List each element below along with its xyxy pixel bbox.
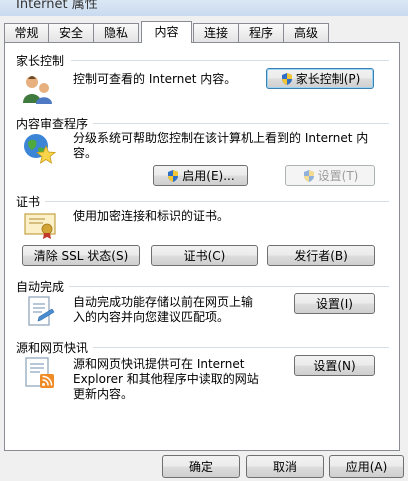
feeds-description-line3: 更新内容。 <box>73 387 134 401</box>
enable-advisor-button[interactable]: 启用(E)... <box>153 165 248 186</box>
autocomplete-heading: 自动完成 <box>16 280 65 294</box>
uac-shield-icon <box>168 169 179 182</box>
feeds-description-line1: 源和网页快讯提供可在 Internet <box>73 357 245 371</box>
divider <box>93 347 389 348</box>
tab-connections[interactable]: 连接 <box>193 23 239 42</box>
tab-programs[interactable]: 程序 <box>238 23 284 42</box>
autocomplete-settings-button[interactable]: 设置(I) <box>294 293 375 314</box>
autocomplete-description-line1: 自动完成功能存储以前在网页上输 <box>73 295 254 309</box>
publishers-button[interactable]: 发行者(B) <box>267 245 375 266</box>
divider <box>71 60 389 61</box>
content-panel: 家长控制 控制可查看的 Internet 内容。 家长控制(P) 内容审查程序 … <box>4 42 400 451</box>
tab-content[interactable]: 内容 <box>141 21 192 43</box>
autocomplete-icon <box>28 296 55 326</box>
apply-button[interactable]: 应用(A) <box>329 455 404 478</box>
parental-controls-button[interactable]: 家长控制(P) <box>266 68 374 89</box>
uac-shield-icon <box>303 169 314 182</box>
parental-controls-button-label: 家长控制(P) <box>295 72 361 86</box>
certificates-heading: 证书 <box>16 195 41 209</box>
feeds-heading: 源和网页快讯 <box>16 341 89 355</box>
title-bar: Internet 属性 <box>0 0 408 16</box>
tab-privacy[interactable]: 隐私 <box>93 23 139 42</box>
certificates-button[interactable]: 证书(C) <box>151 245 258 266</box>
divider <box>93 123 389 124</box>
parental-controls-description: 控制可查看的 Internet 内容。 <box>73 72 237 86</box>
advisor-settings-button-label: 设置(T) <box>317 169 359 183</box>
feeds-settings-button[interactable]: 设置(N) <box>294 355 375 376</box>
certificates-description: 使用加密连接和标识的证书。 <box>73 209 230 223</box>
certificate-icon <box>24 213 56 239</box>
cancel-button[interactable]: 取消 <box>246 455 324 478</box>
content-advisor-description-line2: 容。 <box>73 146 98 160</box>
content-advisor-icon <box>24 134 56 164</box>
tab-advanced[interactable]: 高级 <box>283 23 329 42</box>
advisor-settings-button[interactable]: 设置(T) <box>285 165 375 186</box>
uac-shield-icon <box>281 72 292 85</box>
tab-security[interactable]: 安全 <box>48 23 94 42</box>
window-title: Internet 属性 <box>16 0 98 12</box>
parental-controls-heading: 家长控制 <box>16 54 65 68</box>
parental-controls-icon <box>23 76 52 104</box>
divider <box>45 201 389 202</box>
ok-button[interactable]: 确定 <box>162 455 240 478</box>
divider <box>69 286 389 287</box>
autocomplete-description-line2: 入的内容并向您建议匹配项。 <box>73 310 230 324</box>
feeds-description-line2: Explorer 和其他程序中读取的网站 <box>73 372 259 386</box>
content-advisor-description-line1: 分级系统可帮助您控制在该计算机上看到的 Internet 内 <box>73 131 369 145</box>
tab-general[interactable]: 常规 <box>4 23 49 42</box>
feeds-icon <box>25 357 54 388</box>
clear-ssl-state-button[interactable]: 清除 SSL 状态(S) <box>22 245 140 266</box>
content-advisor-heading: 内容审查程序 <box>16 117 89 131</box>
enable-advisor-button-label: 启用(E)... <box>182 169 235 183</box>
